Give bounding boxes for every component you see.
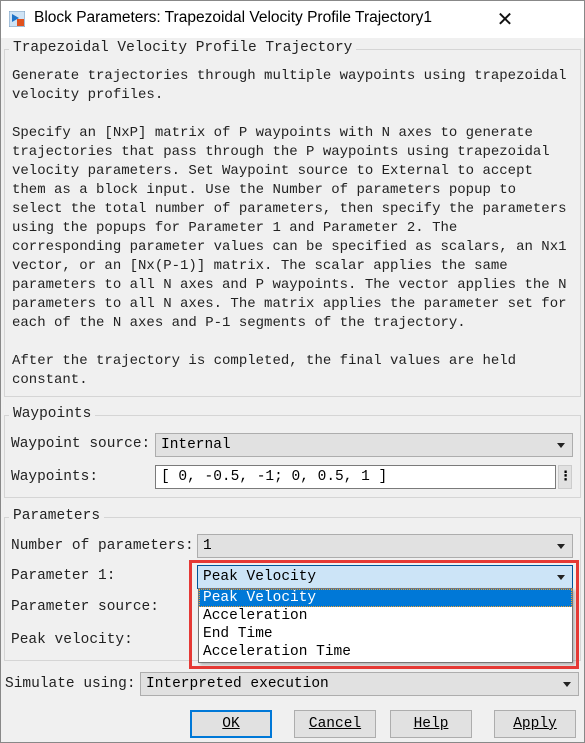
simulate-using-value: Interpreted execution xyxy=(146,676,329,692)
ok-button[interactable]: OK xyxy=(190,710,272,738)
number-of-parameters-dropdown[interactable]: 1 xyxy=(197,534,573,558)
simulate-using-label: Simulate using: xyxy=(5,676,136,692)
waypoint-source-dropdown[interactable]: Internal xyxy=(155,433,573,457)
window-title: Block Parameters: Trapezoidal Velocity P… xyxy=(34,9,433,26)
apply-button[interactable]: Apply xyxy=(494,710,576,738)
chevron-down-icon xyxy=(557,544,565,549)
apply-button-label: Apply xyxy=(513,716,557,732)
peak-velocity-label: Peak velocity: xyxy=(11,632,133,648)
ok-button-label: OK xyxy=(222,716,240,732)
waypoints-group-title: Waypoints xyxy=(9,406,96,422)
description-paragraph: After the trajectory is completed, the f… xyxy=(12,353,517,388)
number-of-parameters-value: 1 xyxy=(203,538,212,554)
chevron-down-icon xyxy=(563,682,571,687)
number-of-parameters-label: Number of parameters: xyxy=(11,538,194,554)
parameter-1-label: Parameter 1: xyxy=(11,568,116,584)
help-button-label: Help xyxy=(413,716,449,732)
more-options-icon[interactable]: ⋮ xyxy=(558,465,572,489)
simulate-using-dropdown[interactable]: Interpreted execution xyxy=(140,672,579,696)
description-paragraph: Specify an [NxP] matrix of P waypoints w… xyxy=(12,125,567,331)
waypoint-source-label: Waypoint source: xyxy=(11,436,151,452)
simulink-block-icon xyxy=(9,11,25,27)
help-button[interactable]: Help xyxy=(390,710,472,738)
waypoints-input[interactable]: [ 0, -0.5, -1; 0, 0.5, 1 ] xyxy=(155,465,556,489)
waypoint-source-value: Internal xyxy=(161,437,231,453)
description-paragraph: Generate trajectories through multiple w… xyxy=(12,68,567,103)
parameters-group-title: Parameters xyxy=(9,508,105,524)
description-group-title: Trapezoidal Velocity Profile Trajectory xyxy=(9,40,357,56)
waypoints-label: Waypoints: xyxy=(11,469,99,485)
annotation-highlight-box xyxy=(189,560,579,669)
close-icon[interactable]: ✕ xyxy=(490,4,520,34)
cancel-button[interactable]: Cancel xyxy=(294,710,376,738)
cancel-button-label: Cancel xyxy=(308,716,362,732)
chevron-down-icon xyxy=(557,443,565,448)
parameter-source-label: Parameter source: xyxy=(11,599,159,615)
